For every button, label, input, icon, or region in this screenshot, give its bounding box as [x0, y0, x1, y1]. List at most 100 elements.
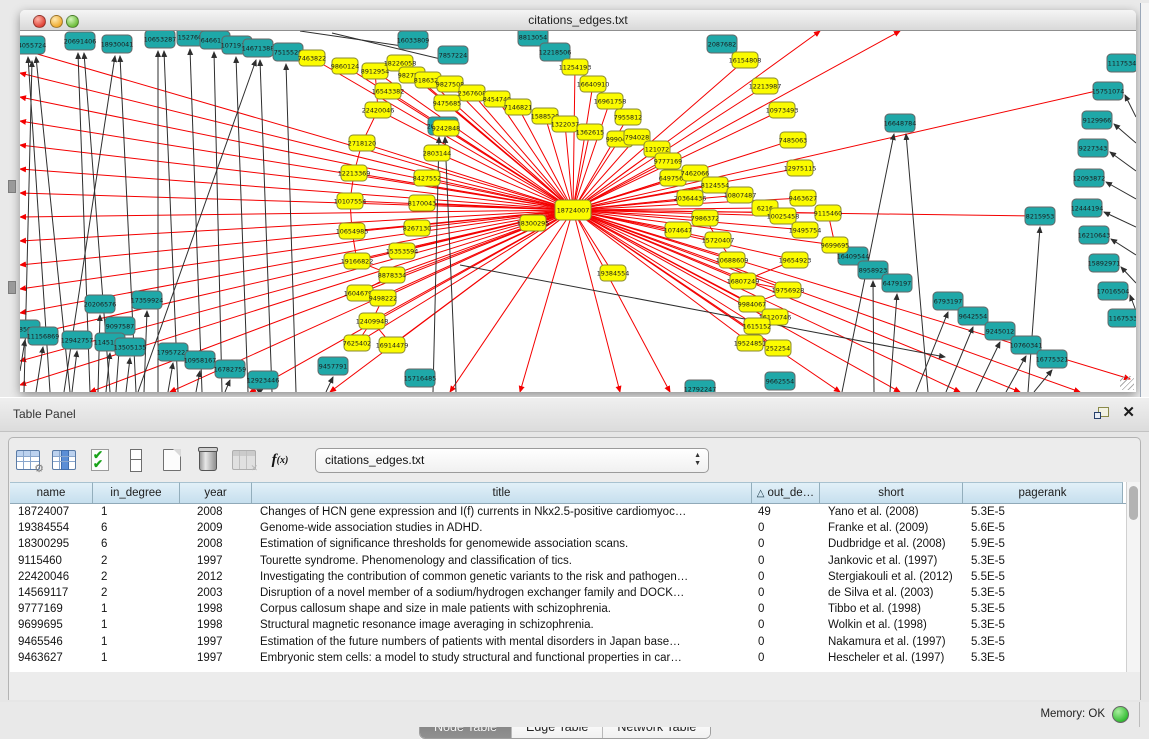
- graph-node[interactable]: 15716485: [404, 369, 437, 387]
- table-cell-year[interactable]: 1998: [180, 617, 252, 633]
- table-cell-short[interactable]: Stergiakouli et al. (2012): [820, 569, 963, 585]
- graph-node[interactable]: 15353594: [386, 243, 419, 259]
- table-cell-name[interactable]: 9115460: [10, 553, 93, 569]
- graph-edge[interactable]: [196, 371, 200, 392]
- column-header-title[interactable]: title: [252, 482, 752, 503]
- graph-node[interactable]: 7955812: [614, 109, 642, 125]
- table-cell-title[interactable]: Genome-wide association studies in ADHD.: [252, 520, 752, 536]
- table-cell-out_degree[interactable]: 0: [752, 601, 820, 617]
- graph-edge[interactable]: [873, 281, 874, 392]
- graph-node[interactable]: 12093872: [1073, 169, 1106, 187]
- graph-edge[interactable]: [1110, 152, 1136, 171]
- column-header-pagerank[interactable]: pagerank: [963, 482, 1123, 503]
- table-row[interactable]: 969969511998Structural magnetic resonanc…: [10, 617, 1138, 633]
- graph-node[interactable]: 12218506: [539, 43, 572, 61]
- graph-node[interactable]: 12792247: [684, 380, 717, 392]
- graph-edge[interactable]: [286, 64, 296, 392]
- graph-node[interactable]: 9777169: [654, 153, 682, 169]
- table-row[interactable]: 946554611997Estimation of the future num…: [10, 634, 1138, 650]
- table-cell-short[interactable]: Nakamura et al. (1997): [820, 634, 963, 650]
- table-cell-short[interactable]: de Silva et al. (2003): [820, 585, 963, 601]
- column-header-name[interactable]: name: [10, 482, 93, 503]
- graph-node[interactable]: 16807249: [727, 273, 760, 289]
- table-cell-title[interactable]: Estimation of significance thresholds fo…: [252, 536, 752, 552]
- table-cell-short[interactable]: Dudbridge et al. (2008): [820, 536, 963, 552]
- table-cell-pagerank[interactable]: 5.3E-5: [963, 601, 1123, 617]
- table-cell-in_degree[interactable]: 1: [93, 650, 180, 666]
- graph-node[interactable]: 9984067: [738, 296, 766, 312]
- table-cell-name[interactable]: 18724007: [10, 504, 93, 520]
- table-cell-pagerank[interactable]: 5.3E-5: [963, 553, 1123, 569]
- graph-edge[interactable]: [20, 49, 573, 210]
- graph-node[interactable]: 19166822: [341, 253, 374, 269]
- graph-edge[interactable]: [20, 210, 573, 217]
- table-cell-pagerank[interactable]: 5.3E-5: [963, 617, 1123, 633]
- graph-edge[interactable]: [138, 60, 256, 392]
- graph-node[interactable]: 10760341: [1010, 336, 1043, 354]
- table-cell-out_degree[interactable]: 0: [752, 520, 820, 536]
- network-window-titlebar[interactable]: citations_edges.txt: [20, 10, 1136, 31]
- graph-node[interactable]: 12444194: [1071, 199, 1104, 217]
- graph-node[interactable]: 8427552: [413, 170, 441, 186]
- table-cell-pagerank[interactable]: 5.5E-5: [963, 569, 1123, 585]
- table-cell-in_degree[interactable]: 2: [93, 553, 180, 569]
- graph-node[interactable]: 8215953: [1025, 207, 1055, 225]
- table-cell-short[interactable]: Yano et al. (2008): [820, 504, 963, 520]
- graph-edge[interactable]: [20, 210, 573, 337]
- table-row[interactable]: 1872400712008Changes of HCN gene express…: [10, 504, 1138, 520]
- graph-edge[interactable]: [72, 351, 77, 392]
- graph-node[interactable]: 7463822: [298, 50, 326, 66]
- graph-node[interactable]: 1615152: [743, 318, 771, 334]
- graph-node[interactable]: 9097587: [105, 317, 135, 335]
- graph-node[interactable]: 6793197: [933, 292, 963, 310]
- table-cell-title[interactable]: Estimation of the future numbers of pati…: [252, 634, 752, 650]
- table-cell-in_degree[interactable]: 2: [93, 585, 180, 601]
- table-cell-year[interactable]: 2012: [180, 569, 252, 585]
- table-cell-pagerank[interactable]: 5.3E-5: [963, 634, 1123, 650]
- table-cell-in_degree[interactable]: 2: [93, 569, 180, 585]
- table-cell-pagerank[interactable]: 5.3E-5: [963, 585, 1123, 601]
- graph-node[interactable]: 12409948: [356, 313, 389, 329]
- table-row[interactable]: 1830029562008Estimation of significance …: [10, 536, 1138, 552]
- graph-node[interactable]: 1167533: [1108, 309, 1136, 327]
- network-window[interactable]: citations_edges.txt 14055724206914061893…: [20, 10, 1136, 392]
- clear-selection-icon[interactable]: [123, 447, 149, 473]
- graph-node[interactable]: 9115460: [814, 205, 842, 221]
- graph-node[interactable]: 2803144: [423, 145, 451, 161]
- table-row[interactable]: 1456911722003Disruption of a novel membe…: [10, 585, 1138, 601]
- table-cell-year[interactable]: 1997: [180, 553, 252, 569]
- graph-edge[interactable]: [1006, 356, 1026, 392]
- table-cell-title[interactable]: Changes of HCN gene expression and I(f) …: [252, 504, 752, 520]
- table-cell-pagerank[interactable]: 5.9E-5: [963, 536, 1123, 552]
- graph-node[interactable]: 1074647: [664, 222, 692, 238]
- table-cell-year[interactable]: 1998: [180, 601, 252, 617]
- column-header-out_degree[interactable]: △out_de…: [752, 482, 820, 503]
- graph-node[interactable]: 9860124: [331, 58, 359, 74]
- table-cell-short[interactable]: Franke et al. (2009): [820, 520, 963, 536]
- table-cell-in_degree[interactable]: 1: [93, 504, 180, 520]
- graph-node[interactable]: 12213987: [749, 78, 782, 94]
- table-cell-short[interactable]: Hescheler et al. (1997): [820, 650, 963, 666]
- table-cell-name[interactable]: 9463627: [10, 650, 93, 666]
- graph-node[interactable]: 16543382: [372, 83, 405, 99]
- graph-node[interactable]: 19756928: [772, 282, 805, 298]
- column-header-short[interactable]: short: [820, 482, 963, 503]
- graph-node[interactable]: 9463627: [789, 190, 817, 206]
- table-cell-short[interactable]: Jankovic et al. (1997): [820, 553, 963, 569]
- table-cell-name[interactable]: 9699695: [10, 617, 93, 633]
- graph-node[interactable]: 18300295: [517, 215, 550, 231]
- graph-node[interactable]: 16961758: [594, 93, 627, 109]
- graph-edge[interactable]: [300, 31, 409, 47]
- graph-node[interactable]: 16782759: [214, 360, 247, 378]
- table-cell-out_degree[interactable]: 0: [752, 650, 820, 666]
- graph-node[interactable]: 13505135: [114, 338, 147, 356]
- table-cell-pagerank[interactable]: 5.6E-5: [963, 520, 1123, 536]
- table-row[interactable]: 2242004622012Investigating the contribut…: [10, 569, 1138, 585]
- table-cell-name[interactable]: 19384554: [10, 520, 93, 536]
- graph-edge[interactable]: [214, 52, 222, 392]
- graph-node[interactable]: 10107554: [334, 193, 367, 209]
- table-cell-title[interactable]: Embryonic stem cells: a model to study s…: [252, 650, 752, 666]
- table-cell-in_degree[interactable]: 1: [93, 634, 180, 650]
- table-cell-pagerank[interactable]: 5.3E-5: [963, 504, 1123, 520]
- table-cell-year[interactable]: 2009: [180, 520, 252, 536]
